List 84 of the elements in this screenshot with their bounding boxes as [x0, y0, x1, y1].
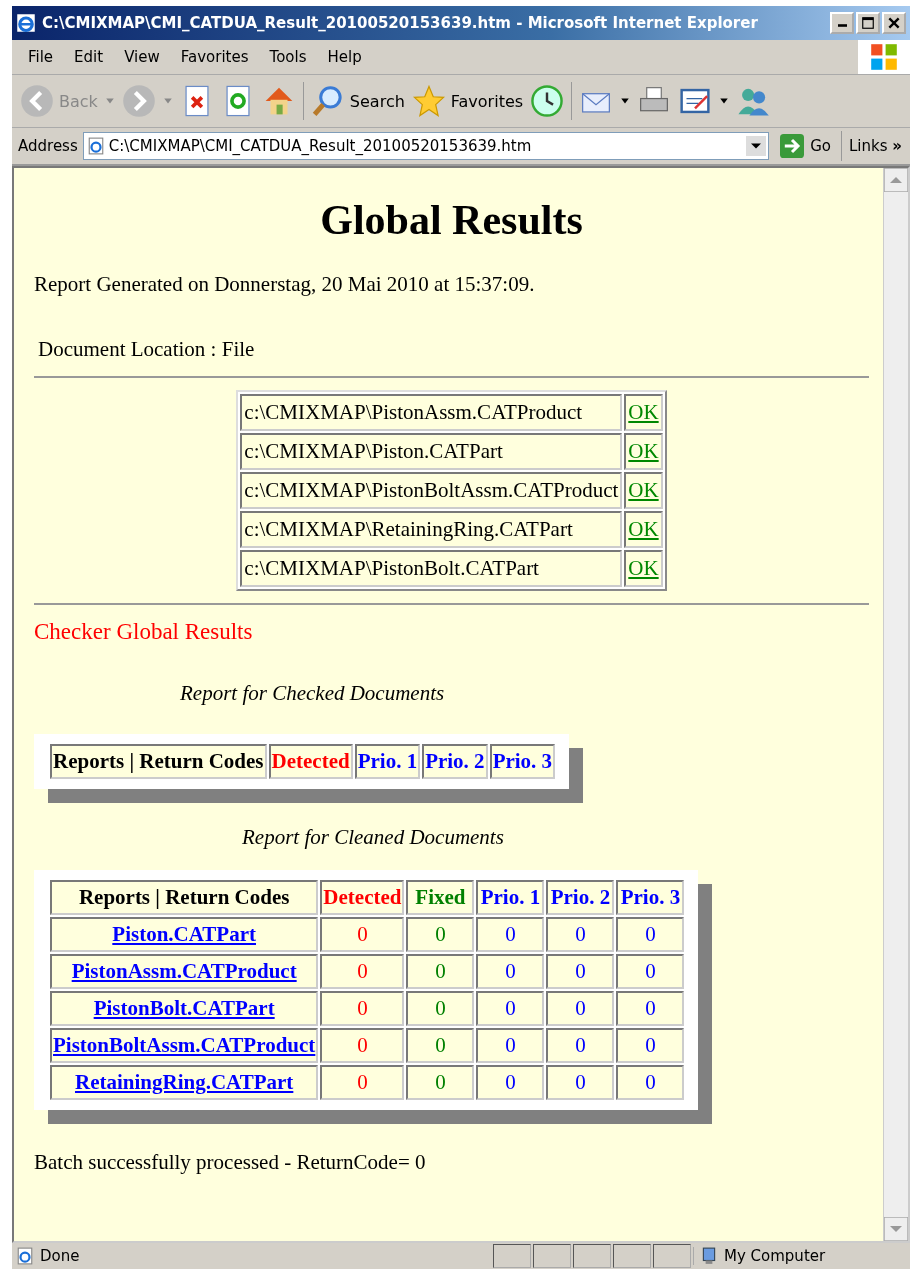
- column-header: Reports | Return Codes: [50, 744, 267, 779]
- table-cell: c:\CMIXMAP\PistonBolt.CATPart: [240, 550, 623, 587]
- table-cell: 0: [320, 954, 405, 989]
- column-header: Prio. 1: [476, 880, 545, 915]
- column-header: Prio. 3: [616, 880, 685, 915]
- zone-text: My Computer: [724, 1247, 826, 1265]
- menu-item[interactable]: File: [28, 48, 54, 66]
- page-heading: Global Results: [319, 196, 584, 244]
- column-header: Prio. 2: [422, 744, 488, 779]
- table-cell: 0: [546, 1028, 615, 1063]
- table-cell: 0: [616, 1028, 685, 1063]
- batch-result-text: Batch successfully processed - ReturnCode= 0: [34, 1150, 427, 1175]
- table-cell: 0: [476, 1028, 545, 1063]
- minimize-icon: [837, 24, 847, 27]
- star-icon: [411, 84, 446, 118]
- table-cell: 0: [406, 917, 475, 952]
- dropdown-arrow-icon[interactable]: [719, 96, 730, 106]
- address-field[interactable]: C:\CMIXMAP\CMI_CATDUA_Result_20100520153639.htm: [82, 132, 770, 160]
- table-cell: c:\CMIXMAP\PistonBoltAssm.CATProduct: [240, 472, 623, 509]
- table-cell: c:\CMIXMAP\PistonAssm.CATProduct: [240, 394, 623, 431]
- column-header: Prio. 2: [546, 880, 615, 915]
- table-cell: 0: [406, 1065, 475, 1100]
- status-pane: [573, 1244, 611, 1268]
- browser-logo-icon: [16, 13, 36, 33]
- address-label: Address: [18, 137, 78, 155]
- search-icon: [310, 84, 345, 118]
- generated-text: Report Generated on Donnerstag, 20 Mai 2010 at 15:37:09.: [34, 272, 536, 297]
- flag-logo-icon: [868, 41, 900, 73]
- table-cell: 0: [320, 917, 405, 952]
- go-button[interactable]: Go: [774, 131, 842, 161]
- section-title: Checker Global Results: [34, 619, 254, 645]
- column-header: Fixed: [406, 880, 475, 915]
- table-cell: c:\CMIXMAP\RetainingRing.CATPart: [240, 511, 623, 548]
- table-cell: 0: [616, 917, 685, 952]
- menu-item[interactable]: Tools: [269, 48, 307, 66]
- table-cell: 0: [476, 954, 545, 989]
- table-cell: 0: [320, 1028, 405, 1063]
- favorites-button[interactable]: Favorites: [411, 84, 524, 118]
- table-cell: 0: [476, 917, 545, 952]
- column-header: Prio. 1: [354, 744, 421, 779]
- table-cell: 0: [546, 954, 615, 989]
- search-button[interactable]: Search: [310, 84, 405, 118]
- maximize-icon: [860, 16, 876, 30]
- table-cell: 0: [406, 991, 475, 1026]
- menu-item[interactable]: Edit: [74, 48, 104, 66]
- table-cell: c:\CMIXMAP\Piston.CATPart: [240, 433, 623, 470]
- table-cell: 0: [320, 1065, 405, 1100]
- table-cell: 0: [616, 954, 685, 989]
- menu-item[interactable]: View: [124, 48, 160, 66]
- column-header: Reports | Return Codes: [50, 880, 319, 915]
- table-cell: 0: [546, 917, 615, 952]
- status-pane: [493, 1244, 531, 1268]
- table-cell: 0: [476, 991, 545, 1026]
- close-icon: [886, 16, 902, 30]
- table-cell: 0: [406, 1028, 475, 1063]
- location-text: Document Location : File: [38, 337, 256, 362]
- table-cell: 0: [546, 991, 615, 1026]
- table-cell: 0: [406, 954, 475, 989]
- window-title: C:\CMIXMAP\CMI_CATDUA_Result_20100520153639.htm - Microsoft Internet Explorer: [42, 14, 759, 32]
- menu-item[interactable]: Help: [327, 48, 362, 66]
- close-button[interactable]: [882, 12, 906, 34]
- table-cell: 0: [616, 991, 685, 1026]
- maximize-button[interactable]: [856, 12, 880, 34]
- page-icon: [86, 137, 105, 155]
- table-cell: 0: [616, 1065, 685, 1100]
- status-pane: [653, 1244, 691, 1268]
- status-text: Done: [40, 1247, 80, 1265]
- table-cell: 0: [546, 1065, 615, 1100]
- report-caption: Report for Checked Documents: [180, 681, 446, 706]
- computer-icon: [700, 1247, 718, 1265]
- column-header: Prio. 3: [489, 744, 556, 779]
- status-pane: [533, 1244, 571, 1268]
- table-cell: 0: [476, 1065, 545, 1100]
- history-clock-icon[interactable]: [530, 84, 565, 118]
- dropdown-arrow-icon[interactable]: [620, 96, 631, 106]
- table-cell: 0: [320, 991, 405, 1026]
- column-header: Detected: [320, 880, 405, 915]
- page-icon: [16, 1247, 34, 1265]
- minimize-button[interactable]: [830, 12, 854, 34]
- report-caption: Report for Cleaned Documents: [242, 825, 505, 850]
- column-header: Detected: [268, 744, 353, 779]
- menu-item[interactable]: Favorites: [180, 48, 249, 66]
- links-button[interactable]: Links »: [847, 137, 904, 155]
- status-pane: [613, 1244, 651, 1268]
